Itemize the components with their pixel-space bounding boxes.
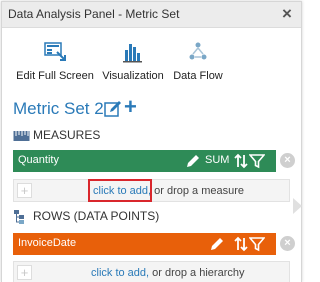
bar-chart-icon bbox=[123, 44, 142, 63]
data-analysis-panel: Data Analysis Panel - Metric Set × Edit … bbox=[1, 1, 302, 282]
drop-measure-hint: or drop a measure bbox=[151, 185, 245, 197]
title-bar: Data Analysis Panel - Metric Set × bbox=[2, 2, 301, 28]
hierarchy-icon bbox=[14, 210, 24, 224]
measure-field-name: Quantity bbox=[18, 154, 59, 166]
metric-set-title[interactable]: Metric Set 2 bbox=[13, 99, 104, 119]
ruler-icon bbox=[13, 131, 30, 141]
aggregation-label[interactable]: SUM bbox=[205, 154, 229, 166]
visualization-label: Visualization bbox=[102, 70, 164, 82]
click-to-add-row-link[interactable]: click to add, bbox=[91, 267, 149, 279]
panel-title: Data Analysis Panel - Metric Set bbox=[8, 7, 180, 21]
row-field-name: InvoiceDate bbox=[18, 237, 77, 249]
sort-icon[interactable] bbox=[234, 236, 250, 252]
add-metric-set-button[interactable]: + bbox=[124, 95, 137, 119]
edit-full-screen-label: Edit Full Screen bbox=[16, 70, 94, 82]
data-flow-button[interactable]: Data Flow bbox=[168, 40, 228, 86]
drop-hierarchy-hint: or drop a hierarchy bbox=[149, 267, 245, 279]
add-measure-icon[interactable]: + bbox=[17, 183, 32, 198]
measure-field-quantity[interactable]: Quantity SUM bbox=[13, 150, 276, 172]
add-row-icon[interactable]: + bbox=[17, 265, 32, 280]
sort-icon[interactable] bbox=[234, 153, 250, 169]
full-screen-icon bbox=[44, 42, 66, 61]
panel-pointer bbox=[293, 198, 302, 214]
filter-icon[interactable] bbox=[249, 236, 265, 252]
data-flow-label: Data Flow bbox=[173, 70, 223, 82]
row-field-invoicedate[interactable]: InvoiceDate bbox=[13, 233, 276, 255]
remove-row-icon[interactable]: × bbox=[280, 236, 295, 251]
data-flow-icon bbox=[189, 42, 207, 60]
close-icon[interactable]: × bbox=[278, 4, 296, 24]
visualization-button[interactable]: Visualization bbox=[98, 40, 168, 86]
edit-pencil-icon[interactable] bbox=[185, 153, 201, 169]
highlight-annotation bbox=[88, 179, 152, 202]
rows-drop-text: click to add, or drop a hierarchy bbox=[91, 267, 244, 279]
measures-label: MEASURES bbox=[33, 128, 101, 142]
edit-pencil-icon[interactable] bbox=[209, 236, 225, 252]
filter-icon[interactable] bbox=[249, 153, 265, 169]
rows-label: ROWS (DATA POINTS) bbox=[33, 209, 160, 223]
rows-drop-zone[interactable]: + click to add, or drop a hierarchy bbox=[13, 261, 290, 282]
edit-full-screen-button[interactable]: Edit Full Screen bbox=[16, 40, 94, 86]
remove-measure-icon[interactable]: × bbox=[280, 153, 295, 168]
edit-name-icon[interactable] bbox=[104, 100, 122, 118]
